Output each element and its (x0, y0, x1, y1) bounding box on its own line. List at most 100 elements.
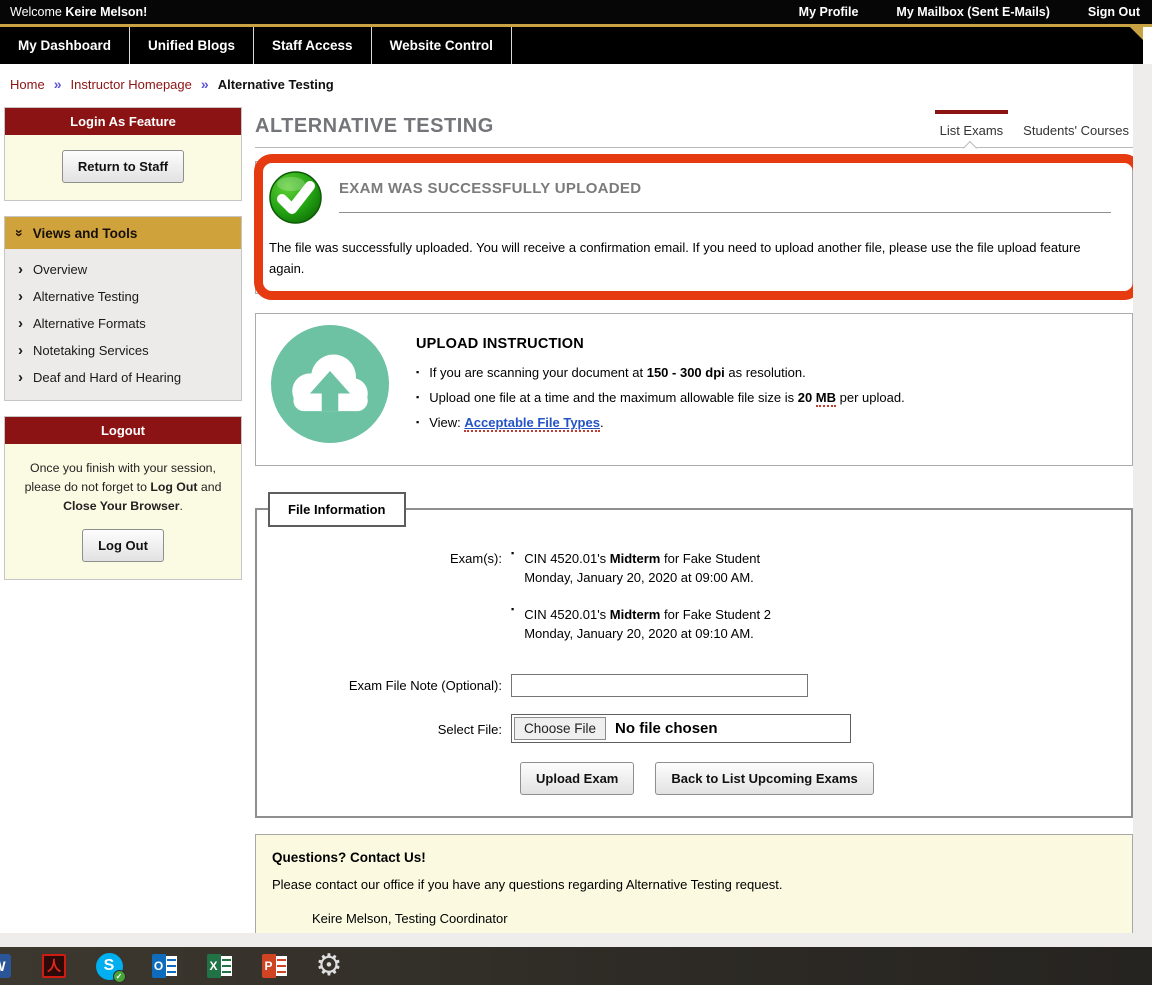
top-link-my-mailbox-sent-e-mails[interactable]: My Mailbox (Sent E-Mails) (896, 5, 1050, 19)
square-bullet-icon: ▪ (416, 417, 419, 427)
instruction-text: Upload one file at a time and the maximu… (429, 390, 904, 405)
back-to-list-upcoming-exams-button[interactable]: Back to List Upcoming Exams (655, 762, 873, 795)
logout-title: Logout (5, 417, 241, 444)
taskbar: W人 S✓ OXP ⚙ (0, 947, 1152, 985)
sidebar-item-label: Alternative Testing (33, 289, 139, 304)
exam-line-1: CIN 4520.01's Midterm for Fake Student (524, 549, 760, 569)
views-and-tools-header: » Views and Tools (5, 217, 241, 249)
chevron-right-icon: › (18, 319, 23, 329)
sidebar-item-alternative-formats[interactable]: › Alternative Formats (5, 310, 241, 337)
log-out-button[interactable]: Log Out (82, 529, 164, 562)
page-body: Home » Instructor Homepage » Alternative Tes… (0, 64, 1133, 933)
success-heading: EXAM WAS SUCCESSFULLY UPLOADED (339, 180, 1119, 197)
chevron-right-icon: › (18, 346, 23, 356)
nav-row: My DashboardUnified BlogsStaff AccessWeb… (0, 27, 1152, 64)
exam-item-1: ▪ CIN 4520.01's Midterm for Fake StudentM… (511, 549, 771, 588)
sidebar-item-label: Deaf and Hard of Hearing (33, 370, 181, 385)
gold-notch (1130, 27, 1143, 40)
success-message: The file was successfully uploaded. You … (269, 238, 1119, 280)
chevron-right-icon: › (18, 292, 23, 302)
square-bullet-icon: ▪ (511, 547, 514, 586)
skype-icon[interactable]: S✓ (95, 952, 123, 980)
breadcrumb-instructor-homepage[interactable]: Instructor Homepage (70, 77, 191, 92)
excel-icon[interactable]: X (205, 952, 233, 980)
instruction-text: If you are scanning your document at 150… (429, 365, 806, 380)
choose-file-button[interactable]: Choose File (514, 717, 606, 740)
logout-box: Logout Once you finish with your session… (4, 416, 242, 580)
nav-tab-staff-access[interactable]: Staff Access (254, 27, 372, 64)
main-content: ALTERNATIVE TESTING List Exams Students' … (255, 107, 1133, 933)
outlook-icon[interactable]: O (150, 952, 178, 980)
success-message-panel: EXAM WAS SUCCESSFULLY UPLOADED The file … (255, 161, 1133, 294)
sidebar-item-deaf-and-hard-of-hearing[interactable]: › Deaf and Hard of Hearing (5, 364, 241, 391)
settings-gear-icon[interactable]: ⚙ (315, 952, 343, 980)
exam-line-1: CIN 4520.01's Midterm for Fake Student 2 (524, 605, 771, 625)
acceptable-file-types-link[interactable]: Acceptable File Types (464, 415, 600, 432)
powerpoint-icon[interactable]: P (260, 952, 288, 980)
acrobat-reader-icon[interactable]: 人 (40, 952, 68, 980)
exam-list: ▪CIN 4520.01's Midterm for Fake StudentM… (511, 549, 771, 644)
exam-item-text: CIN 4520.01's Midterm for Fake Student 2… (524, 605, 771, 644)
sidebar-item-label: Alternative Formats (33, 316, 146, 331)
sidebar-item-alternative-testing[interactable]: › Alternative Testing (5, 283, 241, 310)
views-and-tools-box: » Views and Tools ›Overview›Alternative … (4, 216, 242, 401)
contact-body: Please contact our office if you have an… (272, 877, 1116, 892)
exams-label: Exam(s): (257, 549, 511, 644)
upload-instruction-panel: UPLOAD INSTRUCTION ▪ If you are scanning … (255, 313, 1133, 466)
instruction-bullet-2: ▪ Upload one file at a time and the maxim… (416, 390, 905, 405)
tab-list-exams[interactable]: List Exams (940, 123, 1004, 138)
upload-exam-button[interactable]: Upload Exam (520, 762, 634, 795)
square-bullet-icon: ▪ (511, 603, 514, 642)
sidebar-item-notetaking-services[interactable]: ›Notetaking Services (5, 337, 241, 364)
breadcrumb-current: Alternative Testing (218, 77, 334, 92)
exam-file-note-input[interactable] (511, 674, 808, 697)
screen: Welcome Keire Melson! My ProfileMy Mailb… (0, 0, 1152, 985)
sidebar-item-label: Overview (33, 262, 87, 277)
contact-lines: Keire Melson, Testing Coordinatorsasexam… (312, 909, 1116, 933)
breadcrumb: Home»Instructor Homepage»Alternative Tes… (0, 64, 1133, 101)
exam-file-note-label: Exam File Note (Optional): (257, 678, 511, 693)
instruction-bullet-3: ▪ View: Acceptable File Types. (416, 415, 905, 430)
top-link-my-profile[interactable]: My Profile (799, 5, 859, 19)
top-links: My Profile My Mailbox (Sent E-Mails) Sign … (799, 5, 1142, 19)
instruction-text: View: Acceptable File Types. (429, 415, 603, 430)
content-tabs: List Exams Students' Courses (940, 107, 1133, 138)
upload-instruction-heading: UPLOAD INSTRUCTION (416, 336, 905, 352)
cloud-upload-icon (271, 325, 389, 448)
nav-tab-unified-blogs[interactable]: Unified Blogs (130, 27, 254, 64)
file-input[interactable]: Choose File No file chosen (511, 714, 851, 743)
logout-note: Once you finish with your session, pleas… (15, 459, 231, 516)
exam-datetime: Monday, January 20, 2020 at 09:00 AM. (524, 568, 760, 588)
success-divider (339, 212, 1111, 213)
word-icon[interactable]: W (0, 952, 13, 980)
sidebar-item-overview[interactable]: ›Overview (5, 256, 241, 283)
breadcrumb-separator-icon: » (54, 76, 62, 92)
tab-students-courses[interactable]: Students' Courses (1023, 123, 1129, 138)
square-bullet-icon: ▪ (416, 392, 419, 402)
contact-line-1: Keire Melson, Testing Coordinator (312, 909, 1116, 929)
top-link-sign-out[interactable]: Sign Out (1088, 5, 1140, 19)
content-header: ALTERNATIVE TESTING List Exams Students' … (255, 107, 1133, 148)
exam-datetime: Monday, January 20, 2020 at 09:10 AM. (524, 624, 771, 644)
exam-item-text: CIN 4520.01's Midterm for Fake StudentMo… (524, 549, 760, 588)
sidebar: Login As Feature Return to Staff » Views… (4, 107, 242, 595)
page-title: ALTERNATIVE TESTING (255, 115, 940, 138)
file-information-fieldset: File Information Exam(s): ▪ CIN 4520.01's… (255, 492, 1133, 818)
login-as-feature-title: Login As Feature (5, 108, 241, 135)
breadcrumb-home[interactable]: Home (10, 77, 45, 92)
chevron-right-icon: › (18, 373, 23, 383)
contact-heading: Questions? Contact Us! (272, 850, 1116, 865)
exam-item-2: ▪ CIN 4520.01's Midterm for Fake Student … (511, 605, 771, 644)
login-as-feature-box: Login As Feature Return to Staff (4, 107, 242, 201)
top-welcome-bar: Welcome Keire Melson! My ProfileMy Mailb… (0, 0, 1152, 24)
exam-title: Midterm (610, 551, 661, 566)
contact-panel: Questions? Contact Us! Please contact ou… (255, 834, 1133, 933)
square-bullet-icon: ▪ (416, 367, 419, 377)
return-to-staff-button[interactable]: Return to Staff (62, 150, 184, 183)
nav-tab-my-dashboard[interactable]: My Dashboard (0, 27, 130, 64)
file-information-legend: File Information (268, 492, 406, 527)
nav-tab-website-control[interactable]: Website Control (372, 27, 512, 64)
double-chevron-down-icon: » (12, 229, 28, 237)
instruction-bullet-1: ▪ If you are scanning your document at 15… (416, 365, 905, 380)
no-file-chosen-text: No file chosen (615, 720, 718, 737)
